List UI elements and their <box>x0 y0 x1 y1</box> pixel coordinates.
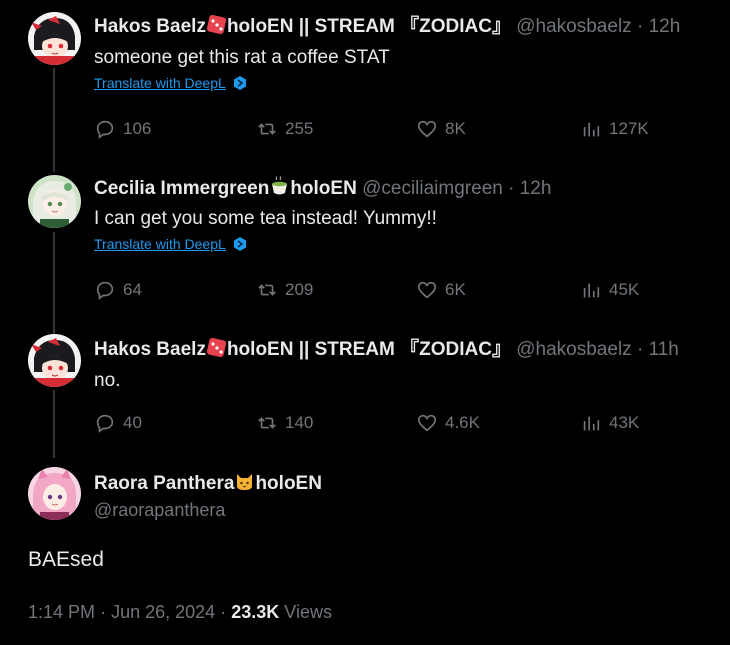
heart-icon <box>417 414 437 432</box>
views-button[interactable]: 45K <box>580 279 639 301</box>
avatar-hakosbaelz[interactable] <box>28 334 81 387</box>
main-author: Raora Panthera holoEN <box>94 471 322 495</box>
tweet-time[interactable]: 11h <box>649 339 679 360</box>
reply-count: 64 <box>123 280 142 299</box>
author-name-suffix[interactable]: holoEN <box>255 473 322 494</box>
like-count: 8K <box>445 119 466 138</box>
heart-icon <box>417 120 437 138</box>
reply-icon <box>96 281 114 300</box>
heart-icon <box>417 281 437 299</box>
like-button[interactable]: 6K <box>416 279 466 301</box>
retweet-count: 140 <box>285 413 314 432</box>
tweet-text: I can get you some tea instead! Yummy!! <box>94 208 437 229</box>
reply-button[interactable]: 40 <box>94 412 142 434</box>
deepl-icon <box>233 237 246 251</box>
retweet-icon <box>258 417 276 429</box>
avatar-raorapanthera[interactable] <box>28 467 81 520</box>
reply-icon <box>96 120 114 139</box>
tweet-actions: 106 255 8K 127K <box>94 118 654 142</box>
thread-line <box>53 68 55 172</box>
views-count: 43K <box>609 413 640 432</box>
like-button[interactable]: 8K <box>416 118 466 140</box>
tweet-text: someone get this rat a coffee STAT <box>94 47 390 68</box>
tweet-actions: 40 140 4.6K 43K <box>94 412 654 436</box>
author-name[interactable]: Cecilia Immergreen <box>94 178 269 199</box>
retweet-button[interactable]: 140 <box>256 412 313 434</box>
author-name[interactable]: Hakos Baelz <box>94 339 206 360</box>
retweet-icon <box>258 284 276 296</box>
tweet-date[interactable]: Jun 26, 2024 <box>111 602 215 622</box>
translate-link[interactable]: Translate with DeepL <box>94 75 248 91</box>
like-count: 4.6K <box>445 413 480 432</box>
author-name-suffix[interactable]: holoEN || STREAM 『ZODIAC』 <box>227 16 511 37</box>
views-count: 127K <box>609 119 649 138</box>
cat-emoji-icon <box>234 471 255 492</box>
avatar-ceciliaimgreen[interactable] <box>28 175 81 228</box>
tweet-meta: 1:14 PM · Jun 26, 2024 · 23.3K Views <box>28 602 332 623</box>
tweet-time[interactable]: 12h <box>649 16 681 37</box>
deepl-icon <box>233 76 246 90</box>
views-count: 45K <box>609 280 640 299</box>
avatar-hakosbaelz[interactable] <box>28 12 81 65</box>
views-icon <box>583 122 600 137</box>
translate-link[interactable]: Translate with DeepL <box>94 236 248 252</box>
views-label: Views <box>284 602 332 622</box>
tweet-time[interactable]: 1:14 PM <box>28 602 95 622</box>
translate-label[interactable]: Translate with DeepL <box>94 236 226 252</box>
author-name[interactable]: Hakos Baelz <box>94 16 206 37</box>
tweet-text: no. <box>94 370 121 391</box>
author-handle[interactable]: @hakosbaelz <box>516 339 631 360</box>
reply-icon <box>96 414 114 433</box>
translate-label[interactable]: Translate with DeepL <box>94 75 226 91</box>
dice-emoji-icon <box>206 337 227 358</box>
tweet-header: Hakos Baelz holoEN || STREAM 『ZODIAC』 @ha… <box>94 14 681 37</box>
author-handle[interactable]: @ceciliaimgreen <box>362 178 503 199</box>
author-name-suffix[interactable]: holoEN <box>290 178 357 199</box>
dice-emoji-icon <box>206 14 227 35</box>
separator: · <box>100 602 107 622</box>
reply-count: 106 <box>123 119 152 138</box>
thread-line <box>53 390 55 458</box>
tweet-header: Hakos Baelz holoEN || STREAM 『ZODIAC』 @ha… <box>94 337 679 360</box>
tweet-text: BAEsed <box>28 548 104 571</box>
author-name-suffix[interactable]: holoEN || STREAM 『ZODIAC』 <box>227 339 511 360</box>
tea-emoji-icon <box>269 176 290 197</box>
tweet-actions: 64 209 6K 45K <box>94 279 654 303</box>
tweet-time[interactable]: 12h <box>520 178 552 199</box>
author-handle[interactable]: @hakosbaelz <box>516 16 631 37</box>
like-count: 6K <box>445 280 466 299</box>
reply-count: 40 <box>123 413 142 432</box>
reply-button[interactable]: 106 <box>94 118 151 140</box>
views-button[interactable]: 127K <box>580 118 649 140</box>
author-handle[interactable]: @raorapanthera <box>94 500 225 521</box>
tweet-header: Cecilia Immergreen holoEN @ceciliaimgreen… <box>94 176 552 199</box>
author-name[interactable]: Raora Panthera <box>94 473 234 494</box>
like-button[interactable]: 4.6K <box>416 412 480 434</box>
retweet-button[interactable]: 255 <box>256 118 313 140</box>
retweet-button[interactable]: 209 <box>256 279 313 301</box>
retweet-icon <box>258 123 276 135</box>
separator: · <box>220 602 227 622</box>
reply-button[interactable]: 64 <box>94 279 142 301</box>
views-icon <box>583 283 600 298</box>
views-button[interactable]: 43K <box>580 412 639 434</box>
views-icon <box>583 416 600 431</box>
retweet-count: 255 <box>285 119 314 138</box>
thread-line <box>53 232 55 334</box>
views-count: 23.3K <box>231 602 280 622</box>
retweet-count: 209 <box>285 280 314 299</box>
